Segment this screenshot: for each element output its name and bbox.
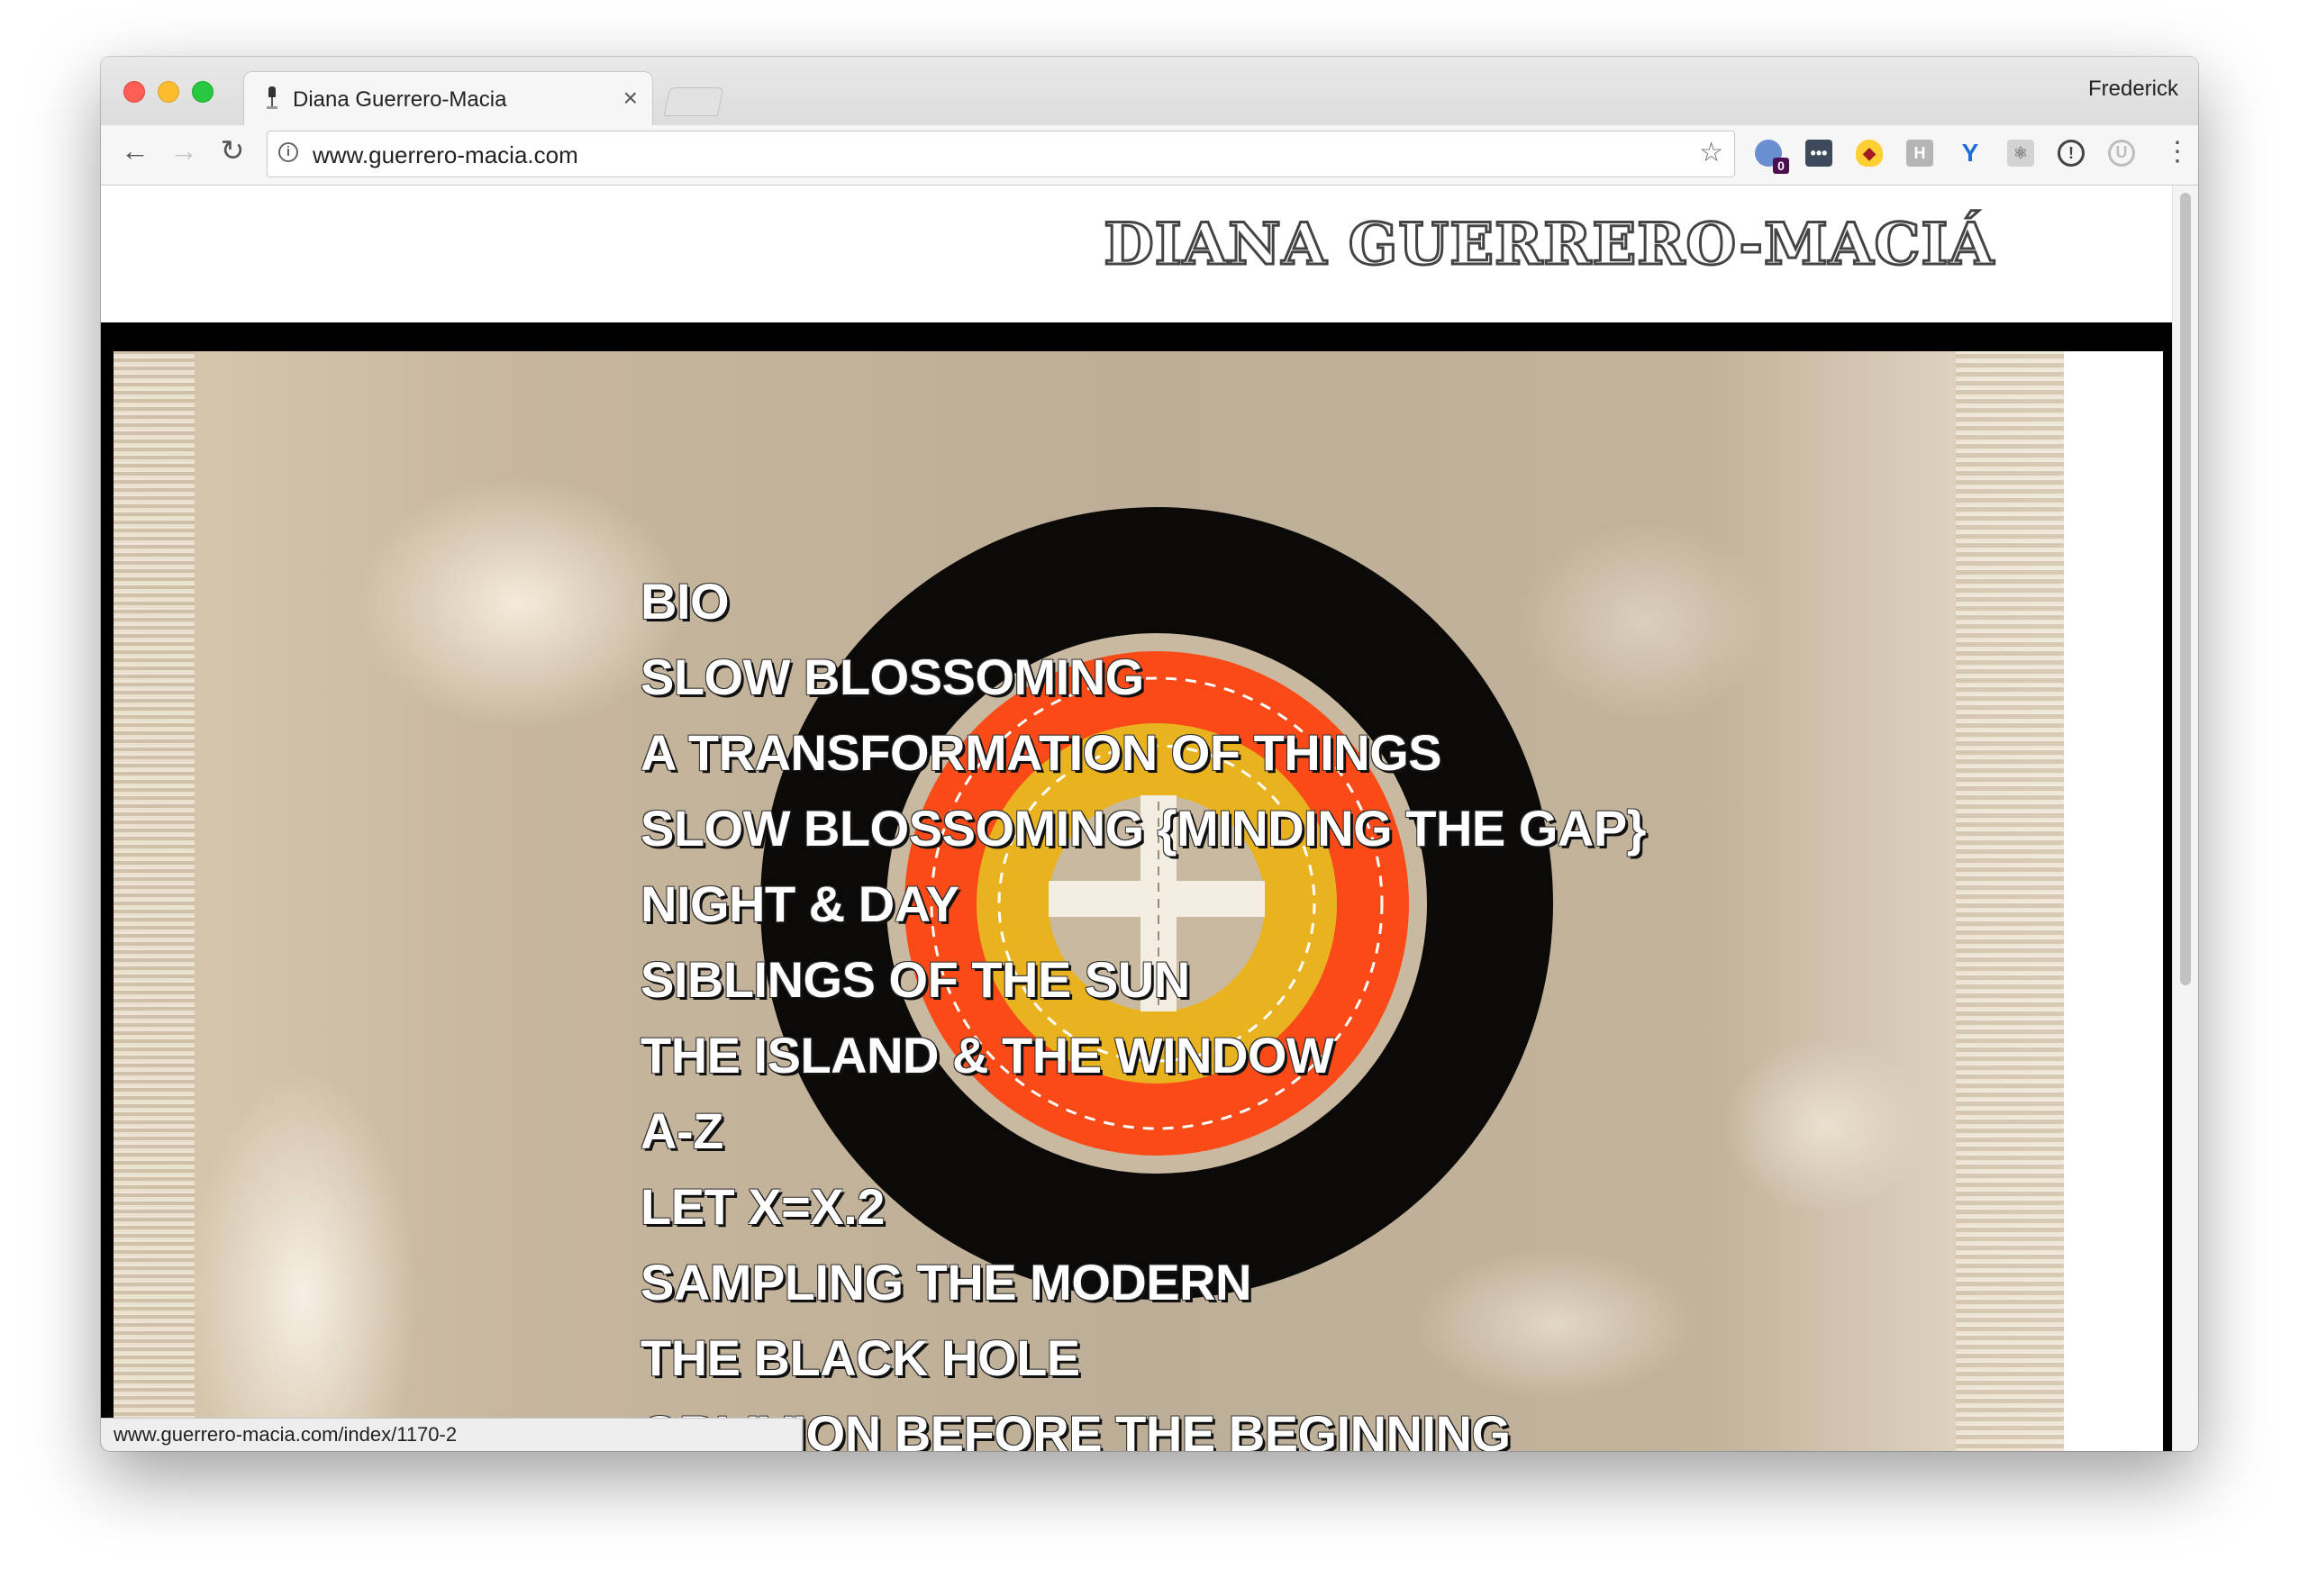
browser-menu-icon[interactable]: ⋮ xyxy=(2164,134,2191,170)
site-title[interactable]: DIANA GUERRERO-MACIÁ xyxy=(1103,210,1995,280)
tab-strip: Diana Guerrero-Macia × Frederick xyxy=(101,57,2198,126)
nav-item-night-day[interactable]: NIGHT & DAY xyxy=(641,866,1646,942)
nav-item-let-x[interactable]: LET X=X.2 xyxy=(641,1169,1646,1245)
tab-title: Diana Guerrero-Macia xyxy=(293,87,507,112)
site-header: DIANA GUERRERO-MACIÁ xyxy=(101,186,2173,322)
browser-window: Diana Guerrero-Macia × Frederick ← → ↻ i… xyxy=(101,57,2198,1451)
nav-item-siblings-sun[interactable]: SIBLINGS OF THE SUN xyxy=(641,942,1646,1018)
nav-item-a-z[interactable]: A-Z xyxy=(641,1093,1646,1169)
toolbar: ← → ↻ i www.guerrero-macia.com ☆ 0 ••• ◆… xyxy=(101,125,2198,186)
project-nav: BIO SLOW BLOSSOMING A TRANSFORMATION OF … xyxy=(641,564,1646,1451)
ghostery-icon[interactable]: 0 xyxy=(1755,140,1789,174)
info-icon[interactable]: i xyxy=(278,142,298,162)
tab-active[interactable]: Diana Guerrero-Macia × xyxy=(243,71,653,126)
artwork-frame: BIO SLOW BLOSSOMING A TRANSFORMATION OF … xyxy=(101,322,2173,1451)
cookie-cat-icon[interactable]: ◆ xyxy=(1856,140,1883,167)
h-extension-icon[interactable]: H xyxy=(1906,140,1933,167)
onepassword-icon[interactable]: ! xyxy=(2058,140,2085,167)
nav-item-minding-the-gap[interactable]: SLOW BLOSSOMING {MINDING THE GAP} xyxy=(641,791,1646,866)
nav-item-bio[interactable]: BIO xyxy=(641,564,1646,639)
status-bar-url: www.guerrero-macia.com/index/1170-2 xyxy=(101,1418,803,1451)
nav-item-island-window[interactable]: THE ISLAND & THE WINDOW xyxy=(641,1018,1646,1093)
favicon-icon xyxy=(266,86,278,112)
nav-item-transformation[interactable]: A TRANSFORMATION OF THINGS xyxy=(641,715,1646,791)
react-devtools-icon[interactable]: ⚛ xyxy=(2007,140,2034,167)
nav-item-slow-blossoming[interactable]: SLOW BLOSSOMING xyxy=(641,639,1646,715)
address-bar[interactable]: i www.guerrero-macia.com ☆ xyxy=(267,131,1735,177)
close-window-button[interactable] xyxy=(123,81,145,103)
new-tab-button[interactable] xyxy=(663,87,724,116)
scrollbar-thumb[interactable] xyxy=(2180,193,2191,985)
bookmark-star-icon[interactable]: ☆ xyxy=(1699,137,1723,168)
u-extension-icon[interactable]: U xyxy=(2108,140,2135,167)
lastpass-icon[interactable]: ••• xyxy=(1805,140,1832,167)
nav-item-sampling-modern[interactable]: SAMPLING THE MODERN xyxy=(641,1245,1646,1320)
ghostery-badge: 0 xyxy=(1773,158,1789,174)
fullscreen-window-button[interactable] xyxy=(192,81,214,103)
y-extension-icon[interactable]: Y xyxy=(1957,140,1984,167)
minimize-window-button[interactable] xyxy=(158,81,179,103)
url-text[interactable]: www.guerrero-macia.com xyxy=(313,141,578,169)
back-icon[interactable]: ← xyxy=(117,132,153,168)
reload-icon[interactable]: ↻ xyxy=(214,132,250,168)
profile-name[interactable]: Frederick xyxy=(2088,77,2178,102)
nav-item-black-hole[interactable]: THE BLACK HOLE xyxy=(641,1320,1646,1396)
tab-close-icon[interactable]: × xyxy=(623,84,638,113)
web-page: DIANA GUERRERO-MACIÁ BIO SLOW BLOSSOMING… xyxy=(101,186,2173,1451)
artwork-image: BIO SLOW BLOSSOMING A TRANSFORMATION OF … xyxy=(114,351,2163,1451)
vertical-scrollbar[interactable] xyxy=(2172,186,2198,1451)
forward-icon[interactable]: → xyxy=(166,132,202,168)
